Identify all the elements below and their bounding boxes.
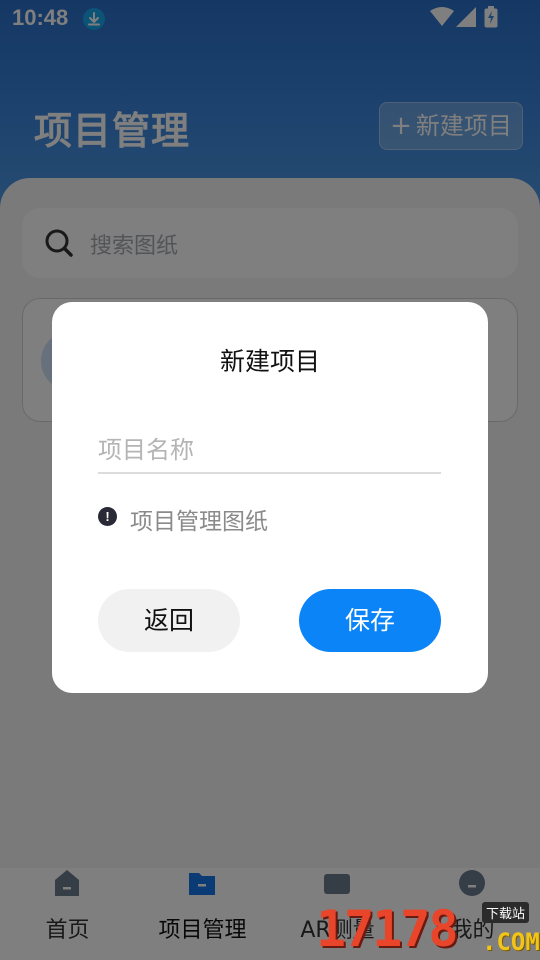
watermark-tag: 下载站 xyxy=(482,902,530,923)
app-screen: 10:48 项目管理 +新建项目 搜索图纸 首页 项目管理 xyxy=(0,0,540,960)
watermark-suffix: .COM xyxy=(482,928,540,956)
project-name-input[interactable] xyxy=(98,428,441,474)
save-button[interactable]: 保存 xyxy=(299,589,441,652)
watermark-number: 17178 xyxy=(316,900,459,958)
hint-text: 项目管理图纸 xyxy=(130,509,268,535)
back-button[interactable]: 返回 xyxy=(98,589,240,652)
watermark-logo: 17178 下载站 .COM xyxy=(316,900,540,960)
new-project-dialog: 新建项目 ! 项目管理图纸 返回 保存 xyxy=(52,302,488,693)
dialog-title: 新建项目 xyxy=(219,347,320,376)
exclamation-icon: ! xyxy=(98,507,117,526)
